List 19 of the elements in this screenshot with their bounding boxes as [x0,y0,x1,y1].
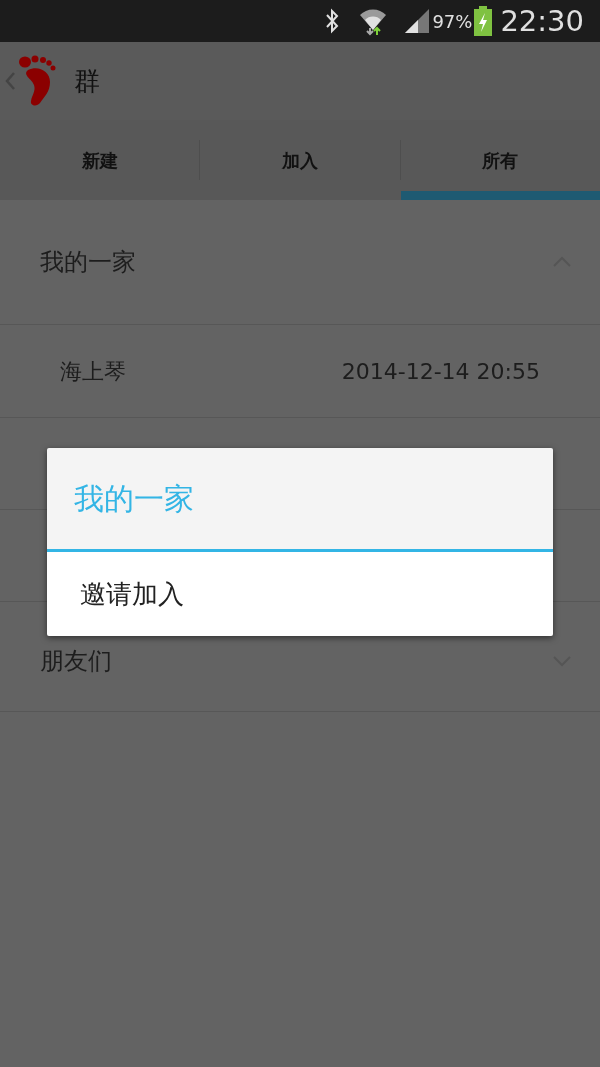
member-name: 海上琴 [60,357,126,386]
battery-icon [474,6,493,36]
group-name: 朋友们 [40,645,112,677]
group-header[interactable]: 我的一家 [0,200,600,325]
dialog-title: 我的一家 [74,480,194,518]
tab[interactable]: 新建 [0,120,200,200]
group-name: 我的一家 [40,247,136,278]
bluetooth-icon [324,8,341,34]
tab[interactable]: 加入 [200,120,400,200]
footprint-icon [16,55,58,107]
wifi-icon [358,6,389,36]
signal-icon [404,8,431,34]
clock: 22:30 [500,6,584,36]
member-row[interactable]: 海上琴 2014-12-14 20:55 [0,325,600,418]
member-time: 2014-12-14 20:55 [341,357,540,386]
battery-percent: 97% [432,9,473,34]
menu-item[interactable]: 邀请加入 [47,552,553,636]
screen-title: 群 [74,64,100,98]
tab[interactable]: 所有 [400,120,600,200]
